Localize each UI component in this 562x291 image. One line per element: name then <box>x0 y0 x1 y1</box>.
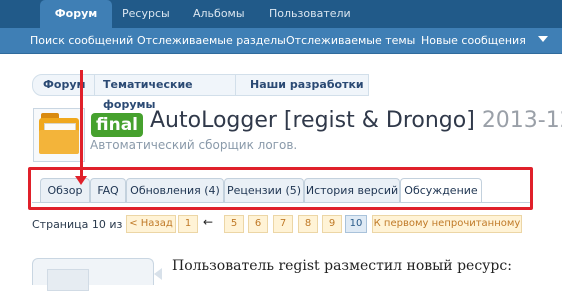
annotation-arrow-line <box>80 70 83 178</box>
sub-navigation: Поиск сообщений Отслеживаемые разделы От… <box>0 28 562 54</box>
breadcrumb-forum[interactable]: Форум <box>32 74 100 96</box>
pagination-page-6[interactable]: 6 <box>248 215 268 233</box>
chevron-down-icon[interactable] <box>538 36 548 42</box>
nav-tab-albums[interactable]: Альбомы <box>193 0 245 28</box>
breadcrumb-thematic-forums[interactable]: Тематические форумы <box>94 74 236 111</box>
nav-tab-users[interactable]: Пользователи <box>269 0 351 28</box>
breadcrumb-label: Наши разработки <box>250 78 364 91</box>
version-badge: final <box>91 113 143 137</box>
pagination-page-9[interactable]: 9 <box>322 215 342 233</box>
nav-tab-forum[interactable]: Форум <box>40 0 112 28</box>
subnav-new-posts[interactable]: Новые сообщения <box>421 28 526 53</box>
breadcrumb-our-developments[interactable]: Наши разработки <box>235 74 369 96</box>
subnav-watched-forums[interactable]: Отслеживаемые разделы <box>137 28 286 53</box>
avatar-image <box>47 269 89 291</box>
jump-to-first-unread-button[interactable]: К первому непрочитанному <box>372 215 522 233</box>
pagination-page-7[interactable]: 7 <box>273 215 293 233</box>
top-navigation: Форум Ресурсы Альбомы Пользователи <box>0 0 562 28</box>
pagination-page-10-current[interactable]: 10 <box>345 215 367 233</box>
resource-title-text: AutoLogger [regist & Drongo] <box>150 108 475 133</box>
resource-tagline: Автоматический сборщик логов. <box>90 138 298 152</box>
subnav-search-posts[interactable]: Поиск сообщений <box>30 28 133 53</box>
pagination-page-1[interactable]: 1 <box>178 215 198 233</box>
resource-title: AutoLogger [regist & Drongo] 2013-12- <box>150 108 562 133</box>
annotation-highlight-box <box>28 167 533 210</box>
resource-date: 2013-12- <box>481 108 562 133</box>
pagination-page-5[interactable]: 5 <box>224 215 244 233</box>
folder-icon-front <box>39 130 79 154</box>
page-indicator: Страница 10 из 10 <box>32 218 140 231</box>
nav-tab-resources[interactable]: Ресурсы <box>122 0 170 28</box>
pagination-page-8[interactable]: 8 <box>298 215 318 233</box>
message-pointer-icon <box>154 268 162 280</box>
post-message: Пользователь regist разместил новый ресу… <box>172 258 512 274</box>
left-arrow-icon: ← <box>203 215 214 229</box>
pagination-prev-button[interactable]: < Назад <box>126 215 176 233</box>
subnav-watched-threads[interactable]: Отслеживаемые темы <box>286 28 415 53</box>
